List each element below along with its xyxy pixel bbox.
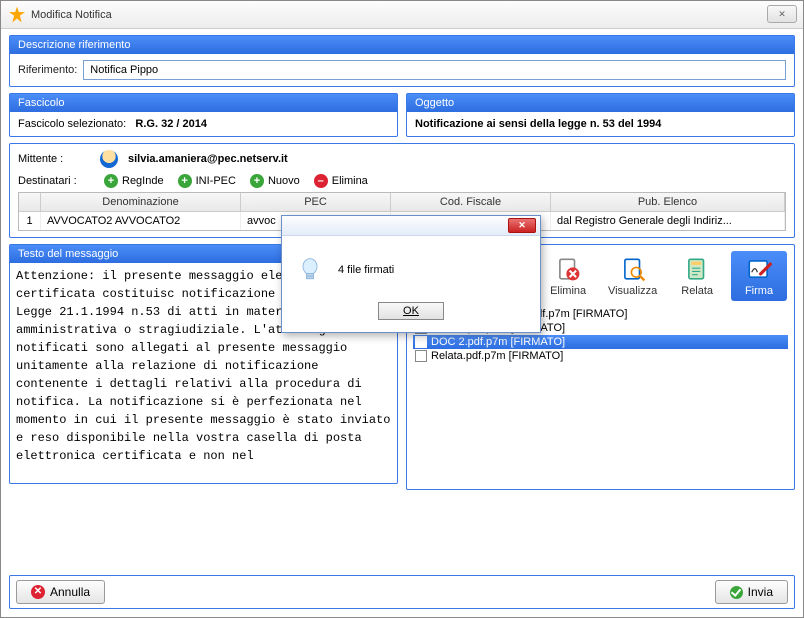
- dialog-close-button[interactable]: ✕: [508, 218, 536, 233]
- info-dialog: ✕ 4 file firmati OK: [281, 215, 541, 333]
- dialog-titlebar: ✕: [282, 216, 540, 236]
- dialog-message: 4 file firmati: [338, 264, 394, 276]
- lightbulb-icon: [296, 256, 324, 284]
- dialog-ok-button[interactable]: OK: [378, 302, 444, 320]
- dialog-backdrop: ✕ 4 file firmati OK: [1, 1, 803, 617]
